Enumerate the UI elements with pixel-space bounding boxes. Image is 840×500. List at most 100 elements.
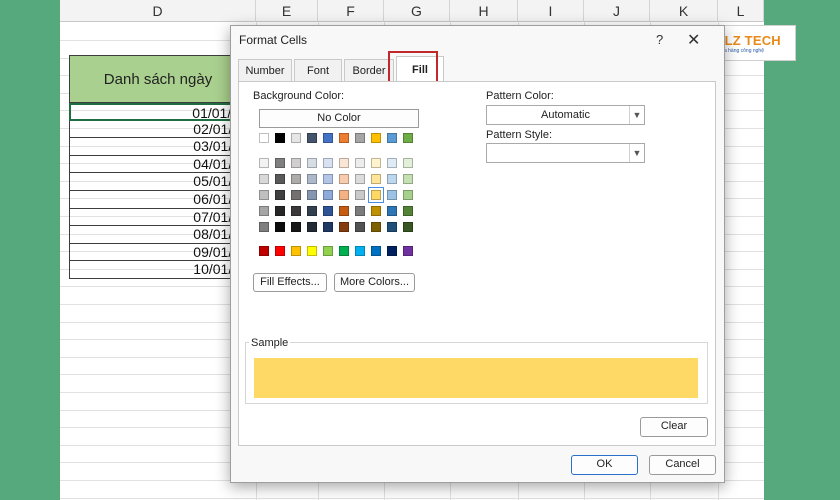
- color-swatch[interactable]: [355, 190, 365, 200]
- ok-button[interactable]: OK: [571, 455, 638, 475]
- clear-button[interactable]: Clear: [640, 417, 708, 437]
- column-header-f[interactable]: F: [318, 0, 384, 22]
- date-cell[interactable]: 05/01/2: [69, 173, 247, 191]
- date-cell[interactable]: 02/01/2: [69, 120, 247, 139]
- date-cell[interactable]: 04/01/2: [69, 155, 247, 174]
- color-swatch[interactable]: [307, 133, 317, 143]
- color-swatch[interactable]: [371, 174, 381, 184]
- tab-number[interactable]: Number: [238, 59, 292, 81]
- color-swatch[interactable]: [323, 158, 333, 168]
- color-swatch[interactable]: [387, 222, 397, 232]
- color-swatch[interactable]: [275, 222, 285, 232]
- cancel-button[interactable]: Cancel: [649, 455, 716, 475]
- date-cell[interactable]: 07/01/2: [69, 208, 247, 227]
- column-header-k[interactable]: K: [650, 0, 718, 22]
- color-swatch[interactable]: [339, 206, 349, 216]
- color-swatch[interactable]: [371, 133, 381, 143]
- color-swatch[interactable]: [307, 246, 317, 256]
- color-swatch[interactable]: [291, 190, 301, 200]
- color-swatch[interactable]: [371, 158, 381, 168]
- column-header-i[interactable]: I: [518, 0, 584, 22]
- color-swatch[interactable]: [259, 158, 269, 168]
- color-swatch[interactable]: [307, 222, 317, 232]
- color-swatch[interactable]: [275, 158, 285, 168]
- color-swatch[interactable]: [291, 206, 301, 216]
- color-swatch[interactable]: [371, 222, 381, 232]
- color-swatch[interactable]: [403, 246, 413, 256]
- date-cell[interactable]: 03/01/2: [69, 138, 247, 156]
- column-header-d[interactable]: D: [60, 0, 256, 22]
- color-swatch[interactable]: [387, 190, 397, 200]
- color-swatch[interactable]: [387, 174, 397, 184]
- color-swatch[interactable]: [323, 206, 333, 216]
- date-cell[interactable]: 06/01/2: [69, 190, 247, 209]
- color-swatch[interactable]: [339, 133, 349, 143]
- column-header-h[interactable]: H: [450, 0, 518, 22]
- color-swatch[interactable]: [355, 158, 365, 168]
- color-swatch[interactable]: [259, 190, 269, 200]
- color-swatch[interactable]: [323, 190, 333, 200]
- date-cell[interactable]: 08/01/2: [69, 226, 247, 244]
- color-swatch[interactable]: [355, 222, 365, 232]
- date-cell[interactable]: 10/01/2: [69, 261, 247, 279]
- color-swatch[interactable]: [371, 246, 381, 256]
- pattern-color-select[interactable]: Automatic ▼: [486, 105, 645, 125]
- color-swatch[interactable]: [403, 158, 413, 168]
- color-swatch[interactable]: [259, 174, 269, 184]
- color-swatch[interactable]: [259, 246, 269, 256]
- color-swatch[interactable]: [387, 133, 397, 143]
- color-swatch[interactable]: [291, 246, 301, 256]
- color-swatch[interactable]: [323, 246, 333, 256]
- color-swatch[interactable]: [339, 158, 349, 168]
- color-swatch[interactable]: [275, 190, 285, 200]
- color-swatch[interactable]: [323, 174, 333, 184]
- color-swatch[interactable]: [339, 222, 349, 232]
- color-swatch[interactable]: [259, 222, 269, 232]
- color-swatch[interactable]: [291, 133, 301, 143]
- color-swatch[interactable]: [339, 190, 349, 200]
- color-swatch[interactable]: [387, 206, 397, 216]
- color-swatch[interactable]: [307, 158, 317, 168]
- color-swatch[interactable]: [307, 206, 317, 216]
- color-swatch[interactable]: [387, 158, 397, 168]
- color-swatch[interactable]: [275, 206, 285, 216]
- color-swatch[interactable]: [275, 133, 285, 143]
- color-swatch[interactable]: [355, 133, 365, 143]
- color-swatch[interactable]: [291, 158, 301, 168]
- pattern-style-select[interactable]: ▼: [486, 143, 645, 163]
- color-swatch[interactable]: [355, 206, 365, 216]
- color-swatch[interactable]: [371, 206, 381, 216]
- color-swatch[interactable]: [259, 133, 269, 143]
- color-swatch[interactable]: [323, 222, 333, 232]
- color-swatch[interactable]: [307, 174, 317, 184]
- color-swatch[interactable]: [259, 206, 269, 216]
- no-color-button[interactable]: No Color: [259, 109, 419, 128]
- color-swatch[interactable]: [339, 246, 349, 256]
- color-swatch[interactable]: [355, 174, 365, 184]
- header-cell[interactable]: Danh sách ngày: [69, 55, 247, 103]
- color-swatch[interactable]: [275, 174, 285, 184]
- color-swatch[interactable]: [403, 174, 413, 184]
- color-swatch[interactable]: [291, 222, 301, 232]
- color-swatch[interactable]: [403, 206, 413, 216]
- color-swatch[interactable]: [403, 190, 413, 200]
- help-icon[interactable]: ?: [656, 32, 663, 47]
- color-swatch[interactable]: [307, 190, 317, 200]
- color-swatch[interactable]: [403, 133, 413, 143]
- column-header-e[interactable]: E: [256, 0, 318, 22]
- color-swatch[interactable]: [368, 187, 384, 203]
- date-cell[interactable]: 09/01/2: [69, 243, 247, 262]
- color-swatch[interactable]: [275, 246, 285, 256]
- column-header-l[interactable]: L: [718, 0, 764, 22]
- color-swatch[interactable]: [291, 174, 301, 184]
- color-swatch[interactable]: [339, 174, 349, 184]
- color-swatch[interactable]: [323, 133, 333, 143]
- tab-font[interactable]: Font: [294, 59, 342, 81]
- close-icon[interactable]: ✕: [687, 30, 700, 50]
- tab-border[interactable]: Border: [344, 59, 394, 81]
- fill-effects-button[interactable]: Fill Effects...: [253, 273, 327, 292]
- column-header-g[interactable]: G: [384, 0, 450, 22]
- column-header-j[interactable]: J: [584, 0, 650, 22]
- color-swatch[interactable]: [403, 222, 413, 232]
- more-colors-button[interactable]: More Colors...: [334, 273, 415, 292]
